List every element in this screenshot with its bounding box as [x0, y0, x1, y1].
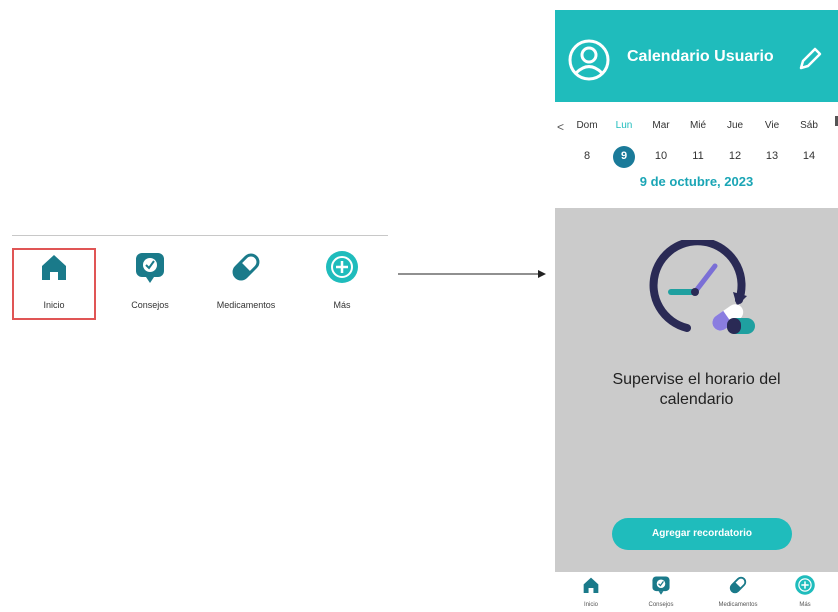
- bottom-nav-label: Inicio: [583, 602, 598, 608]
- add-reminder-button[interactable]: Agregar recordatorio: [612, 518, 792, 550]
- day-number: 9: [620, 150, 628, 162]
- pill-icon: [232, 253, 260, 281]
- weekday-label: Lun: [615, 120, 633, 131]
- day-number[interactable]: 10: [646, 150, 676, 162]
- nav-label-mas: Más: [333, 300, 351, 310]
- bottom-nav-label: Medicamentos: [718, 602, 758, 608]
- bottom-nav-label: Consejos: [648, 602, 674, 608]
- tips-chat-icon: [652, 576, 670, 595]
- nav-item-consejos[interactable]: Consejos: [108, 243, 192, 310]
- nav-label-medicamentos: Medicamentos: [216, 300, 276, 310]
- bottom-nav-inicio[interactable]: Inicio: [558, 572, 624, 612]
- weekday-label: Vie: [764, 120, 780, 131]
- home-icon: [42, 255, 66, 280]
- prev-week-button[interactable]: <: [557, 120, 564, 134]
- weekday-label: Mar: [652, 120, 670, 131]
- weekday-label: Jue: [726, 120, 744, 131]
- weekday-label: Sáb: [800, 120, 818, 131]
- pencil-icon[interactable]: [797, 46, 823, 72]
- weekday-label: Dom: [576, 120, 598, 131]
- week-calendar: < Dom Lun Mar Mié Jue Vie Sáb 8 9 10 11 …: [555, 102, 838, 208]
- day-number[interactable]: 11: [683, 150, 713, 162]
- clock-pills-illustration-icon: [649, 240, 755, 334]
- bottom-nav-mas[interactable]: Más: [772, 572, 838, 612]
- enlarged-bottom-nav: Inicio Consejos Medicamentos Más: [12, 235, 388, 320]
- weekday-label: Mié: [689, 120, 707, 131]
- bottom-nav-consejos[interactable]: Consejos: [628, 572, 694, 612]
- selected-day[interactable]: 9: [613, 146, 635, 168]
- nav-item-inicio[interactable]: Inicio: [12, 243, 96, 320]
- plus-circle-icon: [326, 251, 358, 283]
- nav-item-medicamentos[interactable]: Medicamentos: [204, 243, 288, 310]
- panel-headline: Supervise el horario del calendario: [612, 371, 781, 408]
- user-avatar-icon[interactable]: [567, 38, 611, 82]
- selected-date-label: 9 de octubre, 2023: [639, 174, 754, 189]
- home-icon: [583, 577, 599, 593]
- nav-item-mas[interactable]: Más: [300, 243, 384, 310]
- nav-label-consejos: Consejos: [131, 300, 169, 310]
- bottom-nav: Inicio Consejos Medicamentos Más: [555, 572, 838, 612]
- plus-circle-icon: [795, 575, 815, 595]
- day-number[interactable]: 8: [572, 150, 602, 162]
- phone-screen: Calendario Usuario < Dom Lun Mar Mié Jue…: [555, 10, 838, 612]
- nav-divider: [12, 235, 388, 236]
- day-number[interactable]: 13: [757, 150, 787, 162]
- bottom-nav-label: Más: [799, 602, 811, 608]
- app-header: Calendario Usuario: [555, 10, 838, 102]
- day-number[interactable]: 14: [794, 150, 824, 162]
- header-title: Calendario Usuario: [627, 48, 774, 65]
- tips-chat-icon: [136, 253, 164, 283]
- nav-label-inicio: Inicio: [43, 300, 65, 310]
- day-number[interactable]: 12: [720, 150, 750, 162]
- flow-arrow-icon: [398, 270, 546, 278]
- schedule-panel: Supervise el horario del calendario Agre…: [555, 208, 838, 572]
- bottom-nav-medicamentos[interactable]: Medicamentos: [705, 572, 771, 612]
- pill-icon: [729, 576, 747, 594]
